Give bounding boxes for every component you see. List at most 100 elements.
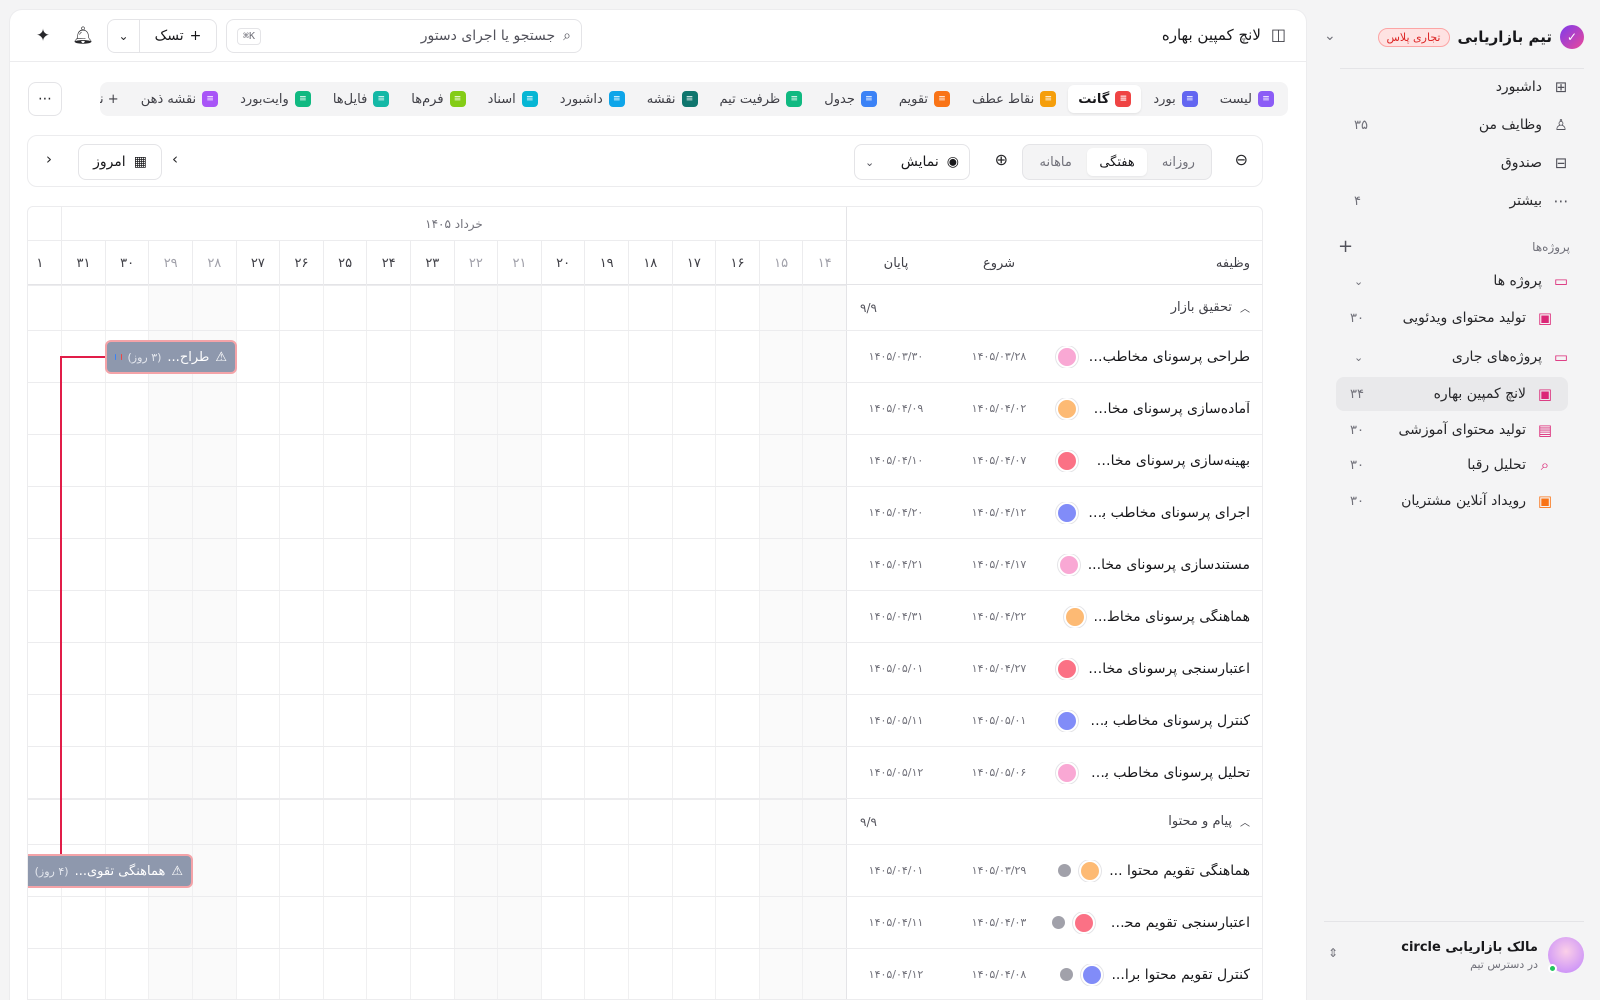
more-views-button[interactable]: ⋯	[28, 82, 62, 116]
tree-item-label: تولید محتوای آموزشی	[1398, 422, 1527, 438]
gantt-bar[interactable]: ⚠ هماهنگی تقوی... (۴ روز)	[28, 854, 193, 888]
table-row[interactable]: تحلیل پرسونای مخاطب برا... ۱۴۰۵/۰۵/۰۶ ۱۴۰۵…	[846, 747, 1262, 799]
sidebar-item-inbox[interactable]: ⊟ صندوق	[1340, 146, 1584, 180]
table-row[interactable]: اجرای پرسونای مخاطب برا... ۱۴۰۵/۰۴/۱۲ ۱۴۰۵…	[846, 487, 1262, 539]
task-name: کنترل تقویم محتوا برا...	[1111, 966, 1250, 983]
tab-view[interactable]: ≡ فرم‌ها	[401, 85, 475, 113]
tab-view[interactable]: + نما	[100, 85, 129, 113]
zoom-in-icon[interactable]: ⊕	[995, 150, 1008, 169]
sidebar-item-my-tasks[interactable]: ♙ وظایف من ۳۵	[1340, 108, 1584, 142]
today-button[interactable]: ▦ امروز	[78, 144, 162, 180]
gantt-task-table: وظیفه شروع پایان ︿ تحقیق بازار ۹/۹ طراحی پر…	[846, 207, 1262, 999]
search-input[interactable]	[269, 28, 556, 44]
row-divider	[28, 746, 846, 747]
new-task-main[interactable]: + تسک	[140, 20, 216, 52]
tab-view[interactable]: ≡ داشبورد	[550, 85, 635, 113]
sidebar-project-spring-campaign[interactable]: ▣ لانچ کمپین بهاره ۳۴	[1336, 377, 1568, 411]
scale-weekly[interactable]: هفتگی	[1087, 148, 1147, 176]
sidebar-project-online-event[interactable]: ▣ رویداد آنلاین مشتریان ۳۰	[1336, 484, 1568, 518]
tab-view[interactable]: ≡ نقشه	[637, 85, 708, 113]
chevron-up-icon[interactable]: ︿	[1240, 814, 1250, 829]
table-row[interactable]: کنترل پرسونای مخاطب برا... ۱۴۰۵/۰۵/۰۱ ۱۴۰۵…	[846, 695, 1262, 747]
task-group-header[interactable]: ︿ تحقیق بازار ۹/۹	[846, 285, 1262, 331]
bar-label: هماهنگی تقوی...	[74, 863, 166, 879]
gantt-bar[interactable]: ⚠ طراح... (۳ روز)	[105, 340, 237, 374]
table-row[interactable]: بهینه‌سازی پرسونای مخاط... ۱۴۰۵/۰۴/۰۷ ۱۴۰۵…	[846, 435, 1262, 487]
sidebar-toggle-icon[interactable]: ◫	[1271, 25, 1286, 44]
scale-daily[interactable]: روزانه	[1149, 148, 1208, 176]
avatar	[1056, 345, 1078, 368]
tab-view[interactable]: ≡ نقشه ذهن	[131, 85, 228, 113]
task-end-date: ۱۴۰۵/۰۵/۱۱	[868, 714, 924, 727]
group-band	[28, 285, 846, 331]
tab-view[interactable]: ≡ فایل‌ها	[323, 85, 399, 113]
table-row[interactable]: مستندسازی پرسونای مخا... ۱۴۰۵/۰۴/۱۷ ۱۴۰۵/۰…	[846, 539, 1262, 591]
view-icon: ≡	[449, 91, 466, 107]
tab-view[interactable]: ≡ جدول	[814, 85, 887, 113]
tab-label: تقویم	[898, 91, 929, 107]
sidebar-project-competitors[interactable]: ⌕ تحلیل رقبا ۳۰	[1336, 448, 1568, 482]
chevron-down-icon[interactable]: ⌄	[1354, 351, 1363, 364]
display-options-button[interactable]: ◉ نمایش ⌄	[854, 144, 970, 180]
tab-view[interactable]: ≡ بورد	[1143, 85, 1207, 113]
table-row[interactable]: هماهنگی پرسونای مخاط... ۱۴۰۵/۰۴/۲۲ ۱۴۰۵/۰۴…	[846, 591, 1262, 643]
avatar	[1056, 449, 1078, 472]
task-end-date: ۱۴۰۵/۰۴/۱۱	[868, 916, 924, 929]
table-row[interactable]: اعتبارسنجی تقویم محت... ۱۴۰۵/۰۴/۰۳ ۱۴۰۵/۰۴…	[846, 897, 1262, 949]
new-task-label: تسک	[154, 28, 184, 44]
add-project-icon[interactable]: +	[1338, 236, 1353, 257]
sidebar-folder-current-projects[interactable]: ▭ پروژه‌های جاری ⌄	[1340, 340, 1584, 374]
view-icon: ≡	[521, 91, 538, 107]
sidebar-item-dashboard[interactable]: ⊞ داشبورد	[1340, 70, 1584, 104]
more-icon: ⋯	[1553, 192, 1569, 210]
tab-view[interactable]: ≡ گانت	[1068, 85, 1142, 113]
task-name: اجرای پرسونای مخاطب برا...	[1086, 504, 1250, 521]
chevron-up-icon[interactable]: ︿	[1240, 300, 1250, 315]
gantt-toolbar: ⊖ روزانه هفتگی ماهانه ⊕ ◉ نمایش ⌄ ‹ ▦ ام…	[27, 135, 1263, 187]
search-box[interactable]: ⌕ ⌘K	[226, 19, 582, 53]
chevron-down-icon[interactable]: ⌄	[1354, 275, 1363, 288]
table-row[interactable]: کنترل تقویم محتوا برا... ۱۴۰۵/۰۴/۰۸ ۱۴۰۵/۰…	[846, 949, 1262, 999]
sidebar-item-count: ۳۵	[1354, 117, 1368, 133]
warning-icon: ⚠	[171, 863, 183, 879]
user-profile[interactable]: مالک بازاریابی circle در دسترس تیم ⇕	[1324, 930, 1584, 980]
tab-view[interactable]: ≡ اسناد	[478, 85, 548, 113]
sidebar: ✓ تیم بازاریابی تجاری پلاس ⌄ ⊞ داشبورد ♙…	[1308, 0, 1600, 1000]
tree-item-label: رویداد آنلاین مشتریان	[1401, 493, 1526, 509]
tab-view[interactable]: ≡ وایت‌بورد	[230, 85, 321, 113]
sidebar-item-more[interactable]: ⋯ بیشتر ۴	[1340, 184, 1584, 218]
bell-icon[interactable]: 🔔︎	[70, 23, 96, 49]
chevron-left-icon[interactable]: ‹	[172, 150, 178, 168]
avatar	[1073, 911, 1095, 934]
day-label: ۲۶	[279, 241, 323, 285]
column-header-start: شروع	[982, 255, 1016, 271]
sidebar-item-label: داشبورد	[1495, 79, 1542, 95]
sparkle-icon[interactable]: ✦	[30, 23, 56, 49]
chevron-up-down-icon[interactable]: ⇕	[1328, 946, 1338, 960]
chevron-right-icon[interactable]: ›	[46, 150, 52, 168]
tab-view[interactable]: ≡ ظرفیت تیم	[710, 85, 813, 113]
tab-view[interactable]: ≡ تقویم	[889, 85, 960, 113]
workspace-switcher[interactable]: ✓ تیم بازاریابی تجاری پلاس ⌄	[1324, 20, 1584, 54]
tab-view[interactable]: ≡ نقاط عطف	[962, 85, 1066, 113]
avatar	[1079, 859, 1102, 882]
task-group-header[interactable]: ︿ پیام و محتوا ۹/۹	[846, 799, 1262, 845]
row-divider	[28, 590, 846, 591]
table-row[interactable]: هماهنگی تقویم محتوا ... ۱۴۰۵/۰۳/۲۹ ۱۴۰۵/۰۴…	[846, 845, 1262, 897]
view-icon: ≡	[294, 91, 311, 107]
sidebar-project-education[interactable]: ▤ تولید محتوای آموزشی ۳۰	[1336, 413, 1568, 447]
gantt-timeline: ۱۴۰۵ خرداد ۱۴ ۱۵ ۱۶ ۱۷ ۱۸ ۱۹ ۲۰ ۲۱ ۲۲ ۲۳ ۲۴ ۲۵ ۲۶ ۲۷ ۲…	[28, 207, 846, 999]
folder-icon: ▭	[1553, 272, 1569, 290]
table-row[interactable]: اعتبارسنجی پرسونای مخاط... ۱۴۰۵/۰۴/۲۷ ۱۴۰۵…	[846, 643, 1262, 695]
user-icon: ♙	[1554, 116, 1568, 134]
chevron-down-icon[interactable]: ⌄	[108, 20, 140, 52]
table-row[interactable]: آماده‌سازی پرسونای مخاط... ۱۴۰۵/۰۴/۰۲ ۱۴۰۵…	[846, 383, 1262, 435]
new-task-button[interactable]: ⌄ + تسک	[107, 19, 217, 53]
tab-view[interactable]: ≡ لیست	[1210, 85, 1284, 113]
sidebar-folder-projects[interactable]: ▭ پروژه ها ⌄	[1340, 264, 1584, 298]
scale-monthly[interactable]: ماهانه	[1026, 148, 1085, 176]
chevron-down-icon[interactable]: ⌄	[1324, 28, 1336, 44]
sidebar-project-video[interactable]: ▣ تولید محتوای ویدئویی ۳۰	[1336, 301, 1568, 335]
table-row[interactable]: طراحی پرسونای مخاطب بر... ۱۴۰۵/۰۳/۲۸ ۱۴۰۵/…	[846, 331, 1262, 383]
zoom-out-icon[interactable]: ⊖	[1235, 150, 1248, 169]
